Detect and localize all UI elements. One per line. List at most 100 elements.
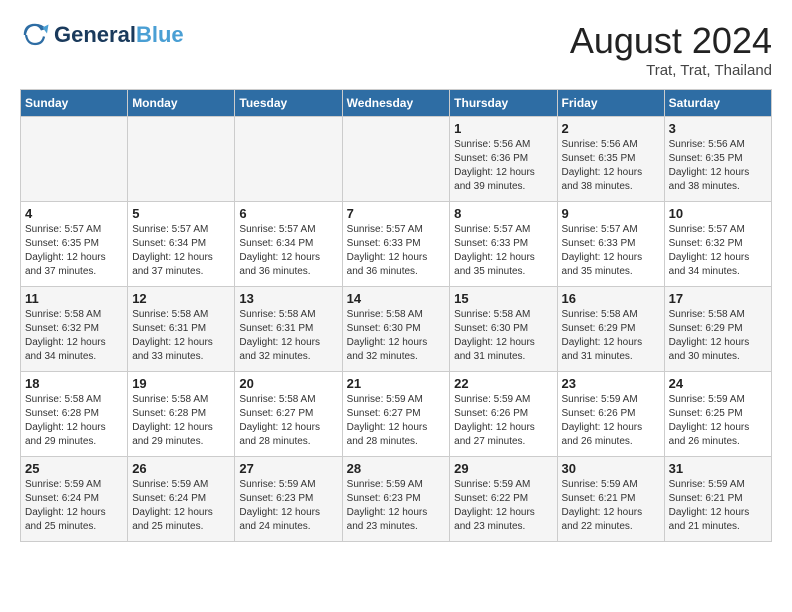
calendar-week-3: 11 Sunrise: 5:58 AM Sunset: 6:32 PM Dayli… — [21, 287, 772, 372]
day-number: 19 — [132, 376, 230, 391]
day-info: Sunrise: 5:58 AM Sunset: 6:27 PM Dayligh… — [239, 393, 337, 449]
day-number: 7 — [347, 206, 446, 221]
day-info: Sunrise: 5:57 AM Sunset: 6:33 PM Dayligh… — [454, 223, 552, 279]
calendar-week-5: 25 Sunrise: 5:59 AM Sunset: 6:24 PM Dayli… — [21, 457, 772, 542]
calendar-cell: 13Sunrise: 5:58 AM Sunset: 6:31 PM Dayli… — [235, 287, 342, 372]
calendar-cell: 11 Sunrise: 5:58 AM Sunset: 6:32 PM Dayli… — [21, 287, 128, 372]
day-number: 4 — [25, 206, 123, 221]
day-number: 21 — [347, 376, 446, 391]
col-sunday: Sunday — [21, 90, 128, 117]
subtitle: Trat, Trat, Thailand — [570, 62, 772, 79]
day-info: Sunrise: 5:59 AM Sunset: 6:26 PM Dayligh… — [454, 393, 552, 449]
day-info: Sunrise: 5:57 AM Sunset: 6:34 PM Dayligh… — [132, 223, 230, 279]
calendar-table: Sunday Monday Tuesday Wednesday Thursday… — [20, 89, 772, 542]
day-info: Sunrise: 5:59 AM Sunset: 6:27 PM Dayligh… — [347, 393, 446, 449]
day-number: 10 — [669, 206, 767, 221]
day-info: Sunrise: 5:56 AM Sunset: 6:35 PM Dayligh… — [669, 138, 767, 194]
calendar-cell: 2 Sunrise: 5:56 AM Sunset: 6:35 PM Daylig… — [557, 117, 664, 202]
day-info: Sunrise: 5:58 AM Sunset: 6:29 PM Dayligh… — [669, 308, 767, 364]
day-number: 30 — [562, 461, 660, 476]
day-info: Sunrise: 5:57 AM Sunset: 6:32 PM Dayligh… — [669, 223, 767, 279]
calendar-cell: 9Sunrise: 5:57 AM Sunset: 6:33 PM Daylig… — [557, 202, 664, 287]
day-info: Sunrise: 5:59 AM Sunset: 6:23 PM Dayligh… — [239, 478, 337, 534]
col-saturday: Saturday — [664, 90, 771, 117]
calendar-cell — [342, 117, 450, 202]
day-number: 26 — [132, 461, 230, 476]
col-wednesday: Wednesday — [342, 90, 450, 117]
calendar-cell: 15 Sunrise: 5:58 AM Sunset: 6:30 PM Dayli… — [450, 287, 557, 372]
calendar-cell: 17 Sunrise: 5:58 AM Sunset: 6:29 PM Dayli… — [664, 287, 771, 372]
logo-icon — [20, 20, 50, 50]
day-number: 5 — [132, 206, 230, 221]
calendar-week-2: 4 Sunrise: 5:57 AM Sunset: 6:35 PM Daylig… — [21, 202, 772, 287]
main-title: August 2024 — [570, 20, 772, 62]
day-info: Sunrise: 5:59 AM Sunset: 6:26 PM Dayligh… — [562, 393, 660, 449]
day-info: Sunrise: 5:58 AM Sunset: 6:29 PM Dayligh… — [562, 308, 660, 364]
day-info: Sunrise: 5:57 AM Sunset: 6:34 PM Dayligh… — [239, 223, 337, 279]
logo-text: GeneralBlue — [54, 23, 184, 47]
calendar-cell: 10 Sunrise: 5:57 AM Sunset: 6:32 PM Dayli… — [664, 202, 771, 287]
col-tuesday: Tuesday — [235, 90, 342, 117]
day-info: Sunrise: 5:58 AM Sunset: 6:31 PM Dayligh… — [132, 308, 230, 364]
day-info: Sunrise: 5:56 AM Sunset: 6:35 PM Dayligh… — [562, 138, 660, 194]
day-number: 16 — [562, 291, 660, 306]
calendar-cell: 4 Sunrise: 5:57 AM Sunset: 6:35 PM Daylig… — [21, 202, 128, 287]
day-number: 25 — [25, 461, 123, 476]
calendar-cell: 27 Sunrise: 5:59 AM Sunset: 6:23 PM Dayli… — [235, 457, 342, 542]
title-section: August 2024 Trat, Trat, Thailand — [570, 20, 772, 79]
day-info: Sunrise: 5:59 AM Sunset: 6:23 PM Dayligh… — [347, 478, 446, 534]
day-info: Sunrise: 5:57 AM Sunset: 6:35 PM Dayligh… — [25, 223, 123, 279]
day-number: 11 — [25, 291, 123, 306]
calendar-cell: 1 Sunrise: 5:56 AM Sunset: 6:36 PM Daylig… — [450, 117, 557, 202]
calendar-cell: 6 Sunrise: 5:57 AM Sunset: 6:34 PM Daylig… — [235, 202, 342, 287]
col-friday: Friday — [557, 90, 664, 117]
calendar-cell: 12Sunrise: 5:58 AM Sunset: 6:31 PM Dayli… — [128, 287, 235, 372]
calendar-week-4: 18Sunrise: 5:58 AM Sunset: 6:28 PM Dayli… — [21, 372, 772, 457]
calendar-cell — [235, 117, 342, 202]
day-number: 1 — [454, 121, 552, 136]
day-number: 6 — [239, 206, 337, 221]
calendar-body: 1 Sunrise: 5:56 AM Sunset: 6:36 PM Daylig… — [21, 117, 772, 542]
calendar-cell: 25 Sunrise: 5:59 AM Sunset: 6:24 PM Dayli… — [21, 457, 128, 542]
day-info: Sunrise: 5:57 AM Sunset: 6:33 PM Dayligh… — [347, 223, 446, 279]
calendar-cell: 3 Sunrise: 5:56 AM Sunset: 6:35 PM Daylig… — [664, 117, 771, 202]
col-thursday: Thursday — [450, 90, 557, 117]
day-number: 3 — [669, 121, 767, 136]
calendar-cell: 8Sunrise: 5:57 AM Sunset: 6:33 PM Daylig… — [450, 202, 557, 287]
logo: GeneralBlue — [20, 20, 184, 50]
day-info: Sunrise: 5:59 AM Sunset: 6:21 PM Dayligh… — [562, 478, 660, 534]
day-number: 17 — [669, 291, 767, 306]
day-number: 2 — [562, 121, 660, 136]
calendar-cell: 7 Sunrise: 5:57 AM Sunset: 6:33 PM Daylig… — [342, 202, 450, 287]
page-header: GeneralBlue August 2024 Trat, Trat, Thai… — [20, 20, 772, 79]
calendar-cell: 19 Sunrise: 5:58 AM Sunset: 6:28 PM Dayli… — [128, 372, 235, 457]
day-info: Sunrise: 5:59 AM Sunset: 6:21 PM Dayligh… — [669, 478, 767, 534]
day-number: 15 — [454, 291, 552, 306]
calendar-cell: 16 Sunrise: 5:58 AM Sunset: 6:29 PM Dayli… — [557, 287, 664, 372]
calendar-cell: 5 Sunrise: 5:57 AM Sunset: 6:34 PM Daylig… — [128, 202, 235, 287]
day-info: Sunrise: 5:58 AM Sunset: 6:30 PM Dayligh… — [454, 308, 552, 364]
day-number: 23 — [562, 376, 660, 391]
calendar-cell: 28Sunrise: 5:59 AM Sunset: 6:23 PM Dayli… — [342, 457, 450, 542]
day-info: Sunrise: 5:59 AM Sunset: 6:22 PM Dayligh… — [454, 478, 552, 534]
calendar-cell: 20Sunrise: 5:58 AM Sunset: 6:27 PM Dayli… — [235, 372, 342, 457]
calendar-cell: 24 Sunrise: 5:59 AM Sunset: 6:25 PM Dayli… — [664, 372, 771, 457]
day-number: 31 — [669, 461, 767, 476]
calendar-cell: 30 Sunrise: 5:59 AM Sunset: 6:21 PM Dayli… — [557, 457, 664, 542]
day-info: Sunrise: 5:59 AM Sunset: 6:25 PM Dayligh… — [669, 393, 767, 449]
day-info: Sunrise: 5:58 AM Sunset: 6:28 PM Dayligh… — [132, 393, 230, 449]
day-info: Sunrise: 5:56 AM Sunset: 6:36 PM Dayligh… — [454, 138, 552, 194]
calendar-cell: 22 Sunrise: 5:59 AM Sunset: 6:26 PM Dayli… — [450, 372, 557, 457]
day-info: Sunrise: 5:58 AM Sunset: 6:32 PM Dayligh… — [25, 308, 123, 364]
day-number: 22 — [454, 376, 552, 391]
calendar-cell: 18Sunrise: 5:58 AM Sunset: 6:28 PM Dayli… — [21, 372, 128, 457]
day-info: Sunrise: 5:59 AM Sunset: 6:24 PM Dayligh… — [25, 478, 123, 534]
day-number: 13 — [239, 291, 337, 306]
day-info: Sunrise: 5:57 AM Sunset: 6:33 PM Dayligh… — [562, 223, 660, 279]
day-number: 27 — [239, 461, 337, 476]
day-number: 24 — [669, 376, 767, 391]
day-info: Sunrise: 5:59 AM Sunset: 6:24 PM Dayligh… — [132, 478, 230, 534]
calendar-cell: 31 Sunrise: 5:59 AM Sunset: 6:21 PM Dayli… — [664, 457, 771, 542]
calendar-cell: 14Sunrise: 5:58 AM Sunset: 6:30 PM Dayli… — [342, 287, 450, 372]
calendar-header-row: Sunday Monday Tuesday Wednesday Thursday… — [21, 90, 772, 117]
